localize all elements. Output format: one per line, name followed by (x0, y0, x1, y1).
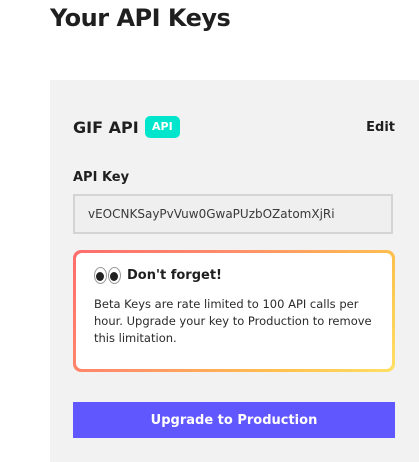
app-name: GIF API (73, 118, 139, 137)
beta-notice-body: Beta Keys are rate limited to 100 API ca… (94, 297, 372, 345)
eyes-icon (94, 267, 121, 284)
api-key-label: API Key (73, 170, 130, 185)
eye-right (108, 267, 121, 284)
app-card: GIF API API Edit API Key Don't forget! B… (50, 80, 419, 462)
api-keys-page: Your API Keys GIF API API Edit API Key D… (0, 0, 419, 462)
beta-notice: Don't forget! Beta Keys are rate limited… (73, 250, 395, 372)
edit-link[interactable]: Edit (366, 120, 395, 135)
eye-left (94, 267, 107, 284)
api-badge: API (145, 116, 180, 138)
upgrade-to-production-button[interactable]: Upgrade to Production (73, 402, 395, 438)
beta-notice-content: Don't forget! Beta Keys are rate limited… (76, 253, 392, 369)
page-title: Your API Keys (50, 4, 231, 32)
api-key-field[interactable] (73, 194, 393, 234)
beta-notice-header: Don't forget! (94, 267, 376, 284)
beta-notice-title: Don't forget! (127, 268, 222, 283)
